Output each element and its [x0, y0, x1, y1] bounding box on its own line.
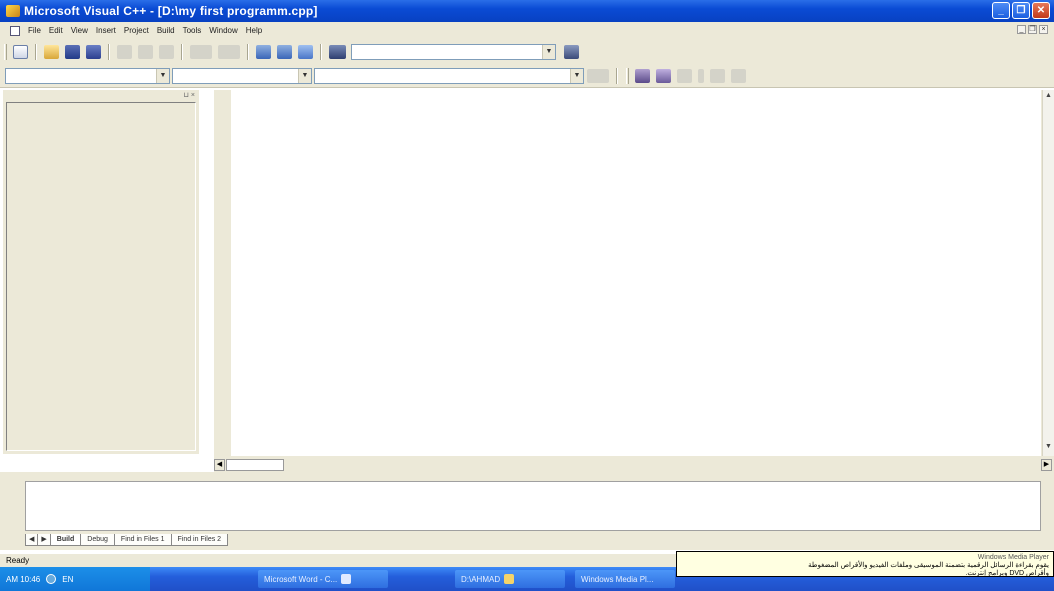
minimize-button[interactable]: _	[992, 2, 1010, 19]
workspace-header: ⊔ ×	[3, 90, 199, 100]
find-icon[interactable]	[564, 44, 579, 59]
mdi-controls: _ ❐ ×	[1017, 25, 1048, 34]
pane-close-icon[interactable]: ⊔ ×	[184, 91, 196, 99]
compile-icon[interactable]	[635, 68, 650, 83]
menu-view[interactable]: View	[67, 26, 92, 35]
editor-horizontal-scrollbar[interactable]: ◀ ▶	[214, 458, 1054, 472]
tab-find-in-files-1[interactable]: Find in Files 1	[113, 534, 172, 546]
class-combo[interactable]: ▼	[5, 67, 170, 84]
toolbar-grip[interactable]	[626, 67, 629, 84]
title-bar[interactable]: Microsoft Visual C++ - [D:\my first prog…	[0, 0, 1054, 22]
toolbar-separator	[320, 43, 322, 60]
window-title: Microsoft Visual C++ - [D:\my first prog…	[24, 4, 318, 18]
menu-insert[interactable]: Insert	[92, 26, 120, 35]
tab-scroll-left-icon[interactable]: ◀	[25, 534, 39, 546]
scroll-down-icon[interactable]: ▼	[1043, 443, 1054, 454]
task-windows-media-player[interactable]: Windows Media Pl...	[575, 570, 675, 588]
tab-scroll-right-icon[interactable]: ▶	[37, 534, 51, 546]
menu-build[interactable]: Build	[153, 26, 179, 35]
go-icon[interactable]	[710, 68, 725, 83]
undo-icon[interactable]	[190, 44, 212, 59]
toolbar-separator	[108, 43, 110, 60]
chevron-down-icon[interactable]: ▼	[298, 68, 311, 83]
wizard-bar: ▼ ▼ ▼	[0, 64, 1054, 88]
find-combo[interactable]: ▼	[351, 43, 556, 60]
toolbar-separator	[247, 43, 249, 60]
mdi-restore-button[interactable]: ❐	[1028, 25, 1037, 34]
balloon-line-1: يقوم بقراءة الرسائل الرقمية بتضمنة الموس…	[808, 562, 1049, 569]
output-window-icon[interactable]	[277, 44, 292, 59]
menu-file[interactable]: File	[24, 26, 45, 35]
stop-build-icon[interactable]	[677, 68, 692, 83]
toolbar-separator	[616, 67, 618, 84]
tab-debug[interactable]: Debug	[80, 534, 115, 546]
workspace-tree[interactable]	[6, 102, 196, 451]
chevron-down-icon[interactable]: ▼	[570, 68, 583, 83]
code-editor[interactable]	[231, 90, 1041, 456]
execute-icon[interactable]	[698, 68, 704, 83]
menu-bar: File Edit View Insert Project Build Tool…	[0, 22, 1054, 39]
redo-icon[interactable]	[218, 44, 240, 59]
toolbar-grip[interactable]	[4, 43, 7, 60]
new-file-icon[interactable]	[13, 44, 28, 59]
breakpoint-icon[interactable]	[731, 68, 746, 83]
open-folder-icon[interactable]	[44, 44, 59, 59]
chevron-down-icon[interactable]: ▼	[542, 44, 555, 59]
task-explorer-ahmad[interactable]: D:\AHMAD	[455, 570, 565, 588]
menu-edit[interactable]: Edit	[45, 26, 67, 35]
task-label: Microsoft Word - C...	[264, 574, 338, 584]
find-in-files-icon[interactable]	[329, 44, 346, 59]
save-icon[interactable]	[65, 44, 80, 59]
workspace-window-icon[interactable]	[256, 44, 271, 59]
task-microsoft-word[interactable]: Microsoft Word - C...	[258, 570, 388, 588]
editor-vertical-scrollbar[interactable]: ▲ ▼	[1042, 90, 1054, 456]
balloon-title: Windows Media Player	[977, 554, 1049, 561]
balloon-line-2: وأقراص DVD وبرامج إنترنت.	[965, 570, 1049, 577]
folder-icon	[504, 574, 515, 584]
close-button[interactable]: ✕	[1032, 2, 1050, 19]
standard-toolbar: ▼	[0, 39, 1054, 64]
members-combo[interactable]: ▼	[314, 67, 584, 84]
cut-icon[interactable]	[117, 44, 132, 59]
workspace-pane: ⊔ ×	[3, 90, 199, 454]
menu-window[interactable]: Window	[205, 26, 241, 35]
language-indicator[interactable]: EN	[62, 575, 73, 584]
scroll-right-icon[interactable]: ▶	[1041, 459, 1052, 471]
output-tabs: ◀ ▶ Build Debug Find in Files 1 Find in …	[25, 533, 1041, 547]
chevron-down-icon[interactable]: ▼	[156, 68, 169, 83]
menu-tools[interactable]: Tools	[179, 26, 206, 35]
scroll-thumb[interactable]	[226, 459, 284, 471]
scroll-left-icon[interactable]: ◀	[214, 459, 225, 471]
toolbar-separator	[35, 43, 37, 60]
system-tray: AM 10:46 EN	[0, 567, 150, 591]
toolbar-separator	[181, 43, 183, 60]
filter-combo[interactable]: ▼	[172, 67, 312, 84]
maximize-button[interactable]: ❐	[1012, 2, 1030, 19]
tray-network-icon[interactable]	[46, 574, 57, 584]
mdi-close-button[interactable]: ×	[1039, 25, 1048, 34]
menu-project[interactable]: Project	[120, 26, 153, 35]
wizard-action-icon[interactable]	[587, 68, 609, 83]
status-text: Ready	[6, 556, 30, 565]
clock[interactable]: AM 10:46	[6, 575, 40, 584]
menu-help[interactable]: Help	[242, 26, 266, 35]
word-icon	[341, 574, 352, 584]
paste-icon[interactable]	[159, 44, 174, 59]
task-label: Windows Media Pl...	[581, 574, 654, 584]
output-window[interactable]	[25, 481, 1041, 531]
copy-icon[interactable]	[138, 44, 153, 59]
visual-cpp-app-icon[interactable]	[6, 5, 20, 17]
save-all-icon[interactable]	[86, 44, 101, 59]
notification-balloon[interactable]: Windows Media Player يقوم بقراءة الرسائل…	[676, 551, 1054, 577]
tab-find-in-files-2[interactable]: Find in Files 2	[170, 534, 229, 546]
mdi-minimize-button[interactable]: _	[1017, 25, 1026, 34]
window-list-icon[interactable]	[298, 44, 313, 59]
scroll-up-icon[interactable]: ▲	[1043, 92, 1054, 103]
tab-build[interactable]: Build	[49, 534, 82, 546]
window-controls: _ ❐ ✕	[992, 2, 1050, 19]
document-icon[interactable]	[10, 25, 20, 36]
task-label: D:\AHMAD	[461, 574, 501, 584]
build-icon[interactable]	[656, 68, 671, 83]
